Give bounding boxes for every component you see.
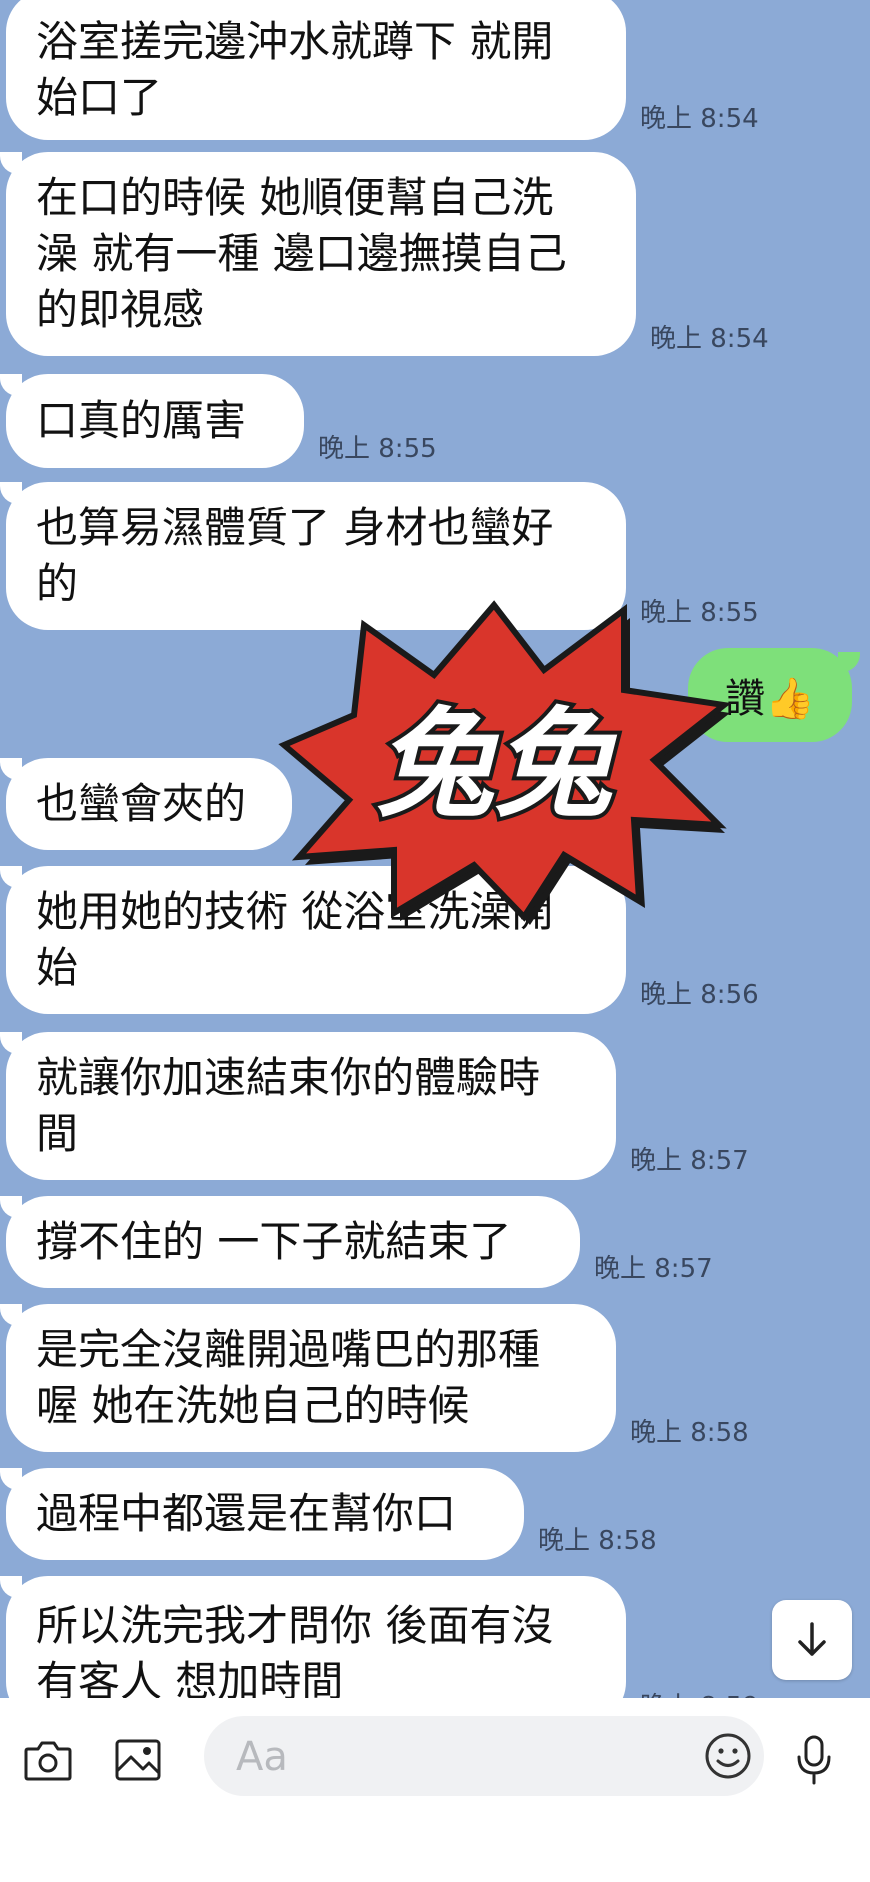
chat-area[interactable]: 浴室搓完邊沖水就蹲下 就開 始口了 晚上 8:54 在口的時候 她順便幫自己洗 … <box>0 0 870 1698</box>
message-text: 喔 她在洗她自己的時候 <box>36 1381 470 1430</box>
message-text: 是完全沒離開過嘴巴的那種 <box>36 1325 541 1374</box>
message-bubble[interactable]: 就讓你加速結束你的體驗時 間 <box>6 1032 616 1180</box>
emoji-icon[interactable] <box>700 1728 756 1784</box>
message-text: 始 <box>36 943 79 992</box>
message-bubble[interactable]: 撐不住的 一下子就結束了 <box>6 1196 580 1288</box>
message-bubble[interactable]: 是完全沒離開過嘴巴的那種 喔 她在洗她自己的時候 <box>6 1304 616 1452</box>
message-text: 所以洗完我才問你 後面有沒 <box>36 1601 554 1650</box>
message-text: 撐不住的 一下子就結束了 <box>36 1217 512 1266</box>
message-time: 晚上 8:58 <box>630 1418 749 1448</box>
camera-button[interactable] <box>18 1730 78 1790</box>
message-composer <box>204 1716 764 1796</box>
scroll-down-button[interactable] <box>772 1600 852 1680</box>
image-icon <box>115 1739 161 1781</box>
message-bubble[interactable]: 浴室搓完邊沖水就蹲下 就開 始口了 <box>6 0 626 140</box>
message-bubble[interactable]: 口真的厲害 <box>6 374 304 468</box>
input-bar <box>0 1698 870 1882</box>
message-time: 晚上 8:57 <box>594 1254 713 1284</box>
message-text: 浴室搓完邊沖水就蹲下 就開 <box>36 17 554 66</box>
message-time: 晚上 8:58 <box>538 1526 657 1556</box>
camera-icon <box>24 1741 72 1781</box>
message-time: 晚上 8:54 <box>640 104 759 134</box>
microphone-icon <box>797 1735 831 1785</box>
message-text: 在口的時候 她順便幫自己洗 <box>36 173 554 222</box>
message-input[interactable] <box>234 1728 678 1786</box>
message-time: 晚上 8:56 <box>640 980 759 1010</box>
message-text: 口真的厲害 <box>36 396 247 445</box>
message-bubble[interactable]: 所以洗完我才問你 後面有沒 有客人 想加時間 <box>6 1576 626 1698</box>
message-time: 晚上 8:55 <box>318 434 437 464</box>
arrow-down-icon <box>798 1622 826 1656</box>
sticker-text: 兔兔 <box>376 695 618 833</box>
message-text: 也算易濕體質了 身材也蠻好 <box>36 503 554 552</box>
message-bubble[interactable]: 在口的時候 她順便幫自己洗 澡 就有一種 邊口邊撫摸自己 的即視感 <box>6 152 636 356</box>
message-text: 間 <box>36 1109 79 1158</box>
message-text: 澡 就有一種 邊口邊撫摸自己 <box>36 229 567 278</box>
message-text: 就讓你加速結束你的體驗時 <box>36 1053 541 1102</box>
message-time: 晚上 8:57 <box>630 1146 749 1176</box>
message-bubble[interactable]: 過程中都還是在幫你口 <box>6 1468 524 1560</box>
message-text: 的即視感 <box>36 285 205 334</box>
message-time: 晚上 8:54 <box>650 324 769 354</box>
message-text: 始口了 <box>36 73 163 122</box>
message-text: 過程中都還是在幫你口 <box>36 1489 457 1538</box>
voice-button[interactable] <box>784 1730 844 1790</box>
message-text: 也蠻會夾的 <box>36 779 247 828</box>
message-time: 晚上 8:59 <box>640 1686 759 1698</box>
message-text: 有客人 想加時間 <box>36 1657 344 1698</box>
sticker: 兔兔 <box>278 600 732 925</box>
image-button[interactable] <box>108 1730 168 1790</box>
